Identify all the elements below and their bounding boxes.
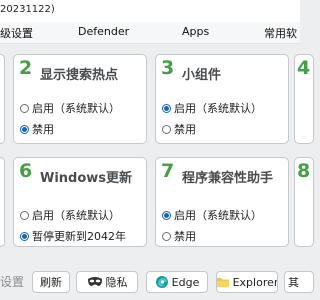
- tab-bar: 级设置 Defender Apps 常用软: [0, 22, 300, 44]
- card-title: 显示搜索热点: [40, 68, 119, 83]
- radio-button-checked[interactable]: [20, 124, 29, 134]
- folder-icon: [217, 278, 229, 287]
- card-number: 2: [19, 57, 33, 79]
- card1-option-disable[interactable]: [0, 122, 3, 136]
- tab-common-software[interactable]: 常用软: [264, 25, 297, 41]
- settings-card-windows-update: 6 Windows更新 启用（系统默认） 暂停更新到2042年: [13, 157, 147, 247]
- card-title: 小组件: [182, 68, 222, 83]
- settings-card-program-compatibility: 7 程序兼容性助手 启用（系统默认） 禁用: [155, 157, 289, 247]
- radio-disable[interactable]: 禁用: [20, 122, 54, 136]
- card-number: 7: [161, 160, 175, 182]
- radio-button-checked[interactable]: [162, 210, 171, 220]
- radio-enable-default[interactable]: 启用（系统默认）: [162, 101, 262, 115]
- button-label: 隐私: [105, 276, 128, 289]
- radio-label: 暂停更新到2042年: [32, 230, 126, 243]
- title-bar: 20231122): [0, 0, 300, 22]
- settings-card-1-partial: [0, 54, 5, 144]
- radio-button-unchecked[interactable]: [162, 124, 171, 134]
- window-title: 20231122): [0, 4, 55, 15]
- settings-card-5-partial: [0, 157, 5, 247]
- card-title: Windows更新: [40, 171, 133, 186]
- button-label: Explorer: [232, 275, 278, 289]
- card-number: 3: [161, 57, 175, 79]
- settings-card-8-partial: 8: [294, 157, 314, 247]
- radio-button-unchecked[interactable]: [20, 210, 29, 220]
- radio-enable-default[interactable]: 启用（系统默认）: [20, 101, 120, 115]
- button-label: Edge: [171, 275, 200, 289]
- radio-button-checked[interactable]: [162, 103, 171, 113]
- radio-label: 禁用: [174, 123, 196, 136]
- button-label: 刷新: [40, 276, 62, 289]
- privacy-mask-icon: [87, 277, 102, 286]
- other-button[interactable]: 其: [284, 271, 314, 293]
- radio-disable[interactable]: 禁用: [162, 229, 196, 243]
- bottom-settings-label: 设置: [0, 275, 25, 289]
- radio-label: 启用（系统默认）: [174, 102, 262, 115]
- privacy-button[interactable]: 隐私: [76, 271, 138, 293]
- card1-option-enable[interactable]: [0, 101, 3, 115]
- radio-label: 启用（系统默认）: [32, 209, 120, 222]
- radio-label: 禁用: [32, 123, 54, 136]
- radio-button-unchecked[interactable]: [162, 231, 171, 241]
- radio-pause-updates[interactable]: 暂停更新到2042年: [20, 229, 126, 243]
- tab-apps[interactable]: Apps: [182, 25, 209, 38]
- edge-button[interactable]: Edge: [146, 271, 208, 293]
- bottom-toolbar: 设置 刷新 隐私 Edge Explorer 其: [0, 266, 314, 300]
- radio-button-checked[interactable]: [20, 231, 29, 241]
- refresh-button[interactable]: 刷新: [32, 271, 70, 293]
- card-title: 程序兼容性助手: [182, 171, 274, 186]
- card-number: 4: [297, 57, 311, 79]
- settings-card-4-partial: 4: [294, 54, 314, 144]
- settings-card-widgets: 3 小组件 启用（系统默认） 禁用: [155, 54, 289, 144]
- radio-label: 启用（系统默认）: [174, 209, 262, 222]
- card-number: 8: [297, 160, 311, 182]
- radio-button-unchecked[interactable]: [20, 103, 29, 113]
- card-number: 6: [19, 160, 33, 182]
- explorer-button[interactable]: Explorer: [216, 271, 278, 293]
- edge-icon: [155, 276, 168, 288]
- tab-advanced-settings[interactable]: 级设置: [0, 25, 33, 41]
- button-label: 其: [288, 276, 299, 289]
- radio-enable-default[interactable]: 启用（系统默认）: [20, 208, 120, 222]
- radio-enable-default[interactable]: 启用（系统默认）: [162, 208, 262, 222]
- radio-disable[interactable]: 禁用: [162, 122, 196, 136]
- radio-label: 启用（系统默认）: [32, 102, 120, 115]
- tab-defender[interactable]: Defender: [78, 25, 129, 38]
- radio-label: 禁用: [174, 230, 196, 243]
- settings-card-search-highlights: 2 显示搜索热点 启用（系统默认） 禁用: [13, 54, 147, 144]
